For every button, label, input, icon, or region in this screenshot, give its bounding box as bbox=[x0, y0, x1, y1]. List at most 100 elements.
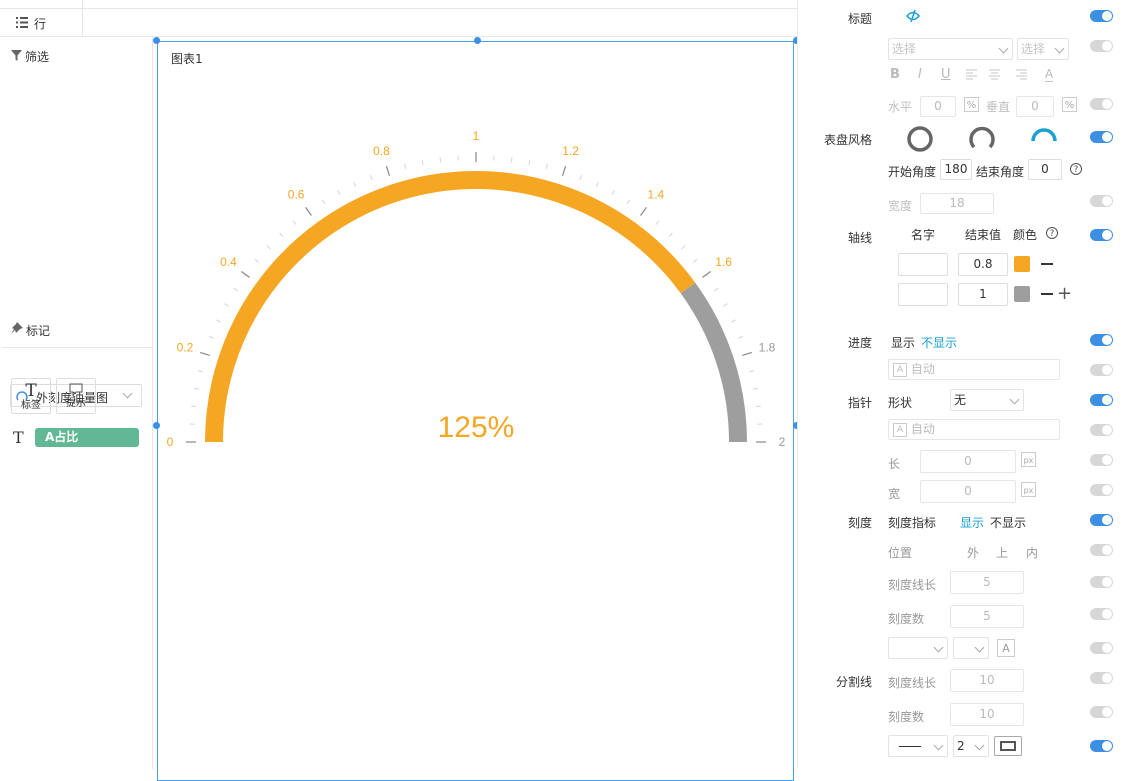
tick-length-toggle[interactable] bbox=[1090, 576, 1113, 588]
scale-hide[interactable]: 不显示 bbox=[990, 514, 1026, 531]
axis-name-input[interactable] bbox=[898, 253, 948, 276]
minor-tick bbox=[422, 160, 423, 165]
full-ring-icon[interactable] bbox=[906, 125, 934, 153]
add-icon[interactable]: + bbox=[1057, 283, 1072, 304]
axis-name-input[interactable] bbox=[898, 283, 948, 306]
progress-font-toggle[interactable] bbox=[1090, 364, 1113, 376]
px-icon[interactable]: px bbox=[1021, 482, 1036, 497]
vertical-input[interactable]: 0 bbox=[1016, 96, 1054, 117]
font-toggle[interactable] bbox=[1090, 40, 1113, 52]
progress-show[interactable]: 显示 bbox=[891, 334, 915, 351]
rows-label: 行 bbox=[34, 15, 46, 32]
font-color-button[interactable]: A bbox=[1045, 67, 1053, 82]
underline-button[interactable]: U bbox=[941, 67, 951, 82]
length-toggle[interactable] bbox=[1090, 454, 1113, 466]
scale-toggle[interactable] bbox=[1090, 514, 1113, 526]
pointer-width-toggle[interactable] bbox=[1090, 484, 1113, 496]
axis-toggle[interactable] bbox=[1090, 229, 1113, 241]
scale-label: 刻度 bbox=[848, 514, 872, 531]
shelf-rows[interactable]: 行 bbox=[0, 8, 797, 37]
label-button[interactable]: T 标签 bbox=[11, 378, 51, 414]
position-toggle[interactable] bbox=[1090, 544, 1113, 556]
axis-color-swatch[interactable] bbox=[1014, 286, 1030, 302]
chart-canvas[interactable]: 图表1 00.20.40.60.811.21.41.61.82125% bbox=[153, 37, 797, 769]
tick-count-label: 刻度数 bbox=[888, 610, 924, 627]
divider-line-toggle[interactable] bbox=[1090, 740, 1113, 752]
progress-font-input[interactable]: A 自动 bbox=[888, 359, 1060, 380]
percent-icon[interactable]: % bbox=[1062, 97, 1077, 112]
scale-font-toggle[interactable] bbox=[1090, 642, 1113, 654]
percent-icon[interactable]: % bbox=[964, 97, 979, 112]
scale-indicator-label: 刻度指标 bbox=[888, 514, 936, 531]
font-color-icon[interactable]: A bbox=[997, 639, 1015, 657]
line-width-select[interactable]: 2 bbox=[953, 735, 989, 757]
offset-toggle[interactable] bbox=[1090, 98, 1113, 110]
tick-label: 0.6 bbox=[288, 187, 305, 201]
horizontal-label: 水平 bbox=[888, 98, 912, 115]
end-angle-input[interactable]: 0 bbox=[1028, 159, 1062, 180]
width-input[interactable]: 18 bbox=[920, 193, 994, 214]
align-icons[interactable] bbox=[966, 69, 1046, 81]
scale-show[interactable]: 显示 bbox=[960, 514, 984, 531]
pointer-font-toggle[interactable] bbox=[1090, 424, 1113, 436]
minor-tick bbox=[511, 157, 512, 162]
minor-tick bbox=[191, 406, 196, 407]
title-label: 标题 bbox=[848, 10, 872, 27]
pointer-font-input[interactable]: A 自动 bbox=[888, 419, 1060, 440]
line-color-button[interactable] bbox=[994, 736, 1022, 756]
line-style-select[interactable] bbox=[888, 735, 948, 757]
divider-length-label: 刻度线长 bbox=[888, 674, 936, 691]
gauge-value-label: 125% bbox=[438, 411, 515, 444]
remove-icon[interactable] bbox=[1041, 293, 1053, 295]
width-toggle[interactable] bbox=[1090, 195, 1113, 207]
dial-style-toggle[interactable] bbox=[1090, 131, 1113, 143]
major-tick bbox=[742, 352, 752, 355]
divider-label: 分割线 bbox=[836, 673, 872, 690]
px-icon[interactable]: px bbox=[1021, 452, 1036, 467]
scale-font-select[interactable] bbox=[888, 637, 948, 659]
tooltip-button-label: 提示 bbox=[57, 398, 95, 410]
progress-toggle[interactable] bbox=[1090, 334, 1113, 346]
minor-tick bbox=[682, 246, 686, 249]
remove-icon[interactable] bbox=[1041, 263, 1053, 265]
shape-select[interactable]: 无 bbox=[950, 389, 1024, 411]
open-ring-icon[interactable] bbox=[968, 125, 996, 153]
tick-label: 0.8 bbox=[373, 144, 390, 158]
text-icon: T bbox=[13, 428, 24, 447]
tick-length-label: 刻度线长 bbox=[888, 576, 936, 593]
title-toggle[interactable] bbox=[1090, 10, 1113, 22]
divider-count-input[interactable]: 10 bbox=[950, 703, 1024, 726]
progress-label: 进度 bbox=[848, 334, 872, 351]
help-icon[interactable]: ? bbox=[1070, 163, 1082, 175]
tick-count-input[interactable]: 5 bbox=[950, 605, 1024, 628]
position-on[interactable]: 上 bbox=[996, 544, 1008, 561]
divider-count-toggle[interactable] bbox=[1090, 706, 1113, 718]
field-pill[interactable]: A占比 bbox=[35, 428, 139, 447]
end-angle-label: 结束角度 bbox=[976, 163, 1024, 180]
pointer-toggle[interactable] bbox=[1090, 394, 1113, 406]
pointer-width-input[interactable]: 0 bbox=[920, 480, 1016, 503]
divider-length-toggle[interactable] bbox=[1090, 672, 1113, 684]
tick-length-input[interactable]: 5 bbox=[950, 571, 1024, 594]
italic-button[interactable]: I bbox=[918, 67, 922, 82]
progress-hide[interactable]: 不显示 bbox=[921, 334, 957, 351]
scale-size-select[interactable] bbox=[953, 637, 989, 659]
start-angle-input[interactable]: 180 bbox=[940, 159, 972, 180]
tick-count-toggle[interactable] bbox=[1090, 608, 1113, 620]
axis-end-input[interactable]: 0.8 bbox=[958, 253, 1008, 276]
minor-tick bbox=[580, 175, 582, 180]
tooltip-button[interactable]: 提示 bbox=[56, 378, 96, 414]
position-out[interactable]: 外 bbox=[967, 544, 979, 561]
eye-icon[interactable] bbox=[906, 9, 920, 23]
horizontal-input[interactable]: 0 bbox=[920, 96, 956, 117]
axis-end-input[interactable]: 1 bbox=[958, 283, 1008, 306]
length-input[interactable]: 0 bbox=[920, 450, 1016, 473]
axis-color-swatch[interactable] bbox=[1014, 256, 1030, 272]
font-family-select[interactable]: 选择 bbox=[888, 38, 1013, 60]
half-ring-icon[interactable] bbox=[1030, 125, 1058, 145]
bold-button[interactable]: B bbox=[890, 67, 900, 82]
divider-length-input[interactable]: 10 bbox=[950, 669, 1024, 692]
help-icon[interactable]: ? bbox=[1046, 227, 1058, 239]
position-in[interactable]: 内 bbox=[1026, 544, 1038, 561]
font-size-select[interactable]: 选择 bbox=[1017, 38, 1069, 60]
